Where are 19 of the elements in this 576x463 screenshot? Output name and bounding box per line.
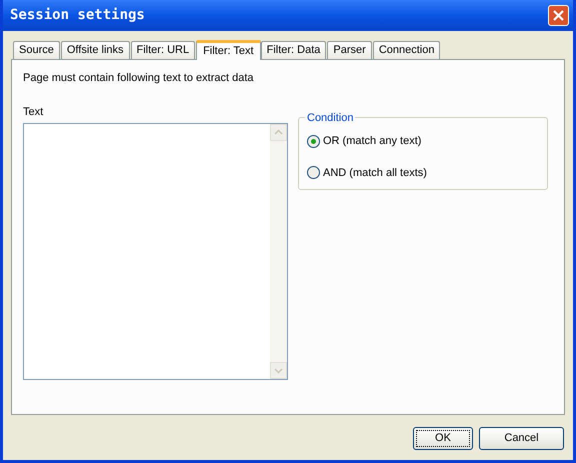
tab[interactable]: Parser (327, 41, 372, 59)
window-title: Session settings (10, 6, 145, 25)
close-button[interactable] (548, 5, 569, 26)
tab[interactable]: Filter: Text (196, 40, 261, 60)
scroll-down-icon[interactable] (270, 362, 287, 379)
description-text: Page must contain following text to extract data (23, 71, 255, 86)
radio-option[interactable]: AND (match all texts) (307, 164, 547, 181)
field-label: Text (23, 104, 44, 120)
tab[interactable]: Connection (372, 41, 440, 59)
close-icon (553, 10, 564, 21)
dialog-button[interactable]: OK (413, 427, 473, 450)
scroll-up-icon[interactable] (270, 124, 287, 141)
tab[interactable]: Offsite links (60, 41, 130, 59)
text-area[interactable] (23, 123, 288, 380)
tab[interactable]: Filter: URL (130, 41, 196, 59)
radio-option[interactable]: OR (match any text) (307, 133, 547, 150)
dialog-button[interactable]: Cancel (479, 427, 564, 450)
tab[interactable]: Source (13, 41, 60, 59)
tab[interactable]: Filter: Data (260, 41, 326, 59)
